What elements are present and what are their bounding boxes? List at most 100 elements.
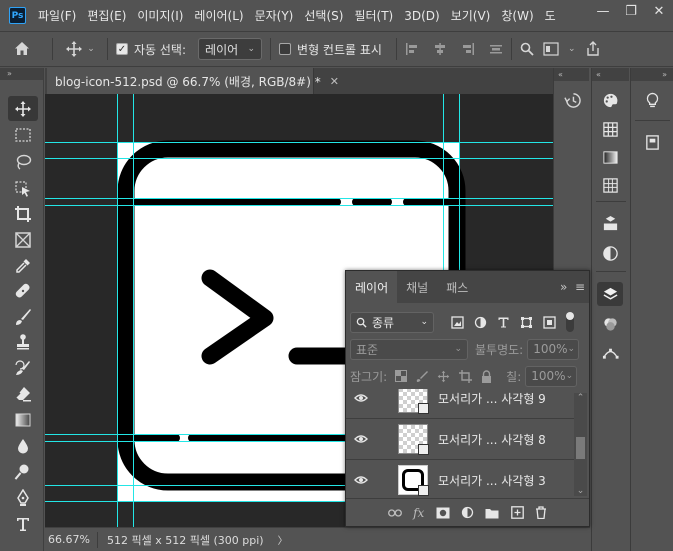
transform-controls-checkbox[interactable] [279,43,292,55]
blend-mode-dropdown[interactable]: 표준 ⌄ [350,338,468,360]
align-right-icon[interactable] [461,42,475,56]
marquee-tool[interactable] [8,122,38,147]
chevron-down-icon[interactable]: ⌄ [568,44,576,54]
lasso-tool[interactable] [8,149,38,174]
menu-image[interactable]: 이미지(I) [137,7,183,24]
layer-row[interactable]: 모서리가 ... 사각형 8 [346,418,575,459]
learn-panel-button[interactable] [639,88,665,112]
align-center-icon[interactable] [433,42,447,56]
search-icon[interactable] [520,42,534,56]
history-brush-tool[interactable] [8,355,38,380]
menu-help[interactable]: 도 [545,7,556,24]
color-panel-button[interactable] [597,88,623,112]
move-tool[interactable] [8,96,38,121]
fill-input[interactable]: 100% ⌄ [525,365,578,387]
align-left-icon[interactable] [405,42,419,56]
smart-object-filter-icon[interactable] [543,315,556,329]
blur-tool[interactable] [8,433,38,458]
close-tab-icon[interactable]: ✕ [330,75,339,88]
patterns-panel-button[interactable] [597,173,623,197]
home-button[interactable] [0,34,44,64]
move-tool-preset[interactable]: ⌄ [61,34,99,64]
object-selection-tool[interactable] [8,176,38,201]
shape-filter-icon[interactable] [520,316,533,329]
frame-tool[interactable] [8,227,38,252]
document-tab[interactable]: blog-icon-512.psd @ 66.7% (배경, RGB/8#) *… [47,68,339,94]
channels-panel-button[interactable] [597,312,623,336]
gradients-panel-button[interactable] [597,145,623,169]
trash-icon[interactable] [535,506,547,519]
lock-transparent-pixels-icon[interactable] [395,370,408,382]
menu-file[interactable]: 파일(F) [38,7,76,24]
brush-tool[interactable] [8,304,38,329]
adjustment-filter-icon[interactable] [474,316,487,329]
menu-select[interactable]: 선택(S) [304,7,343,24]
type-tool[interactable] [8,511,38,536]
layers-panel-button[interactable] [597,282,623,306]
eraser-tool[interactable] [8,381,38,406]
crop-tool[interactable] [8,201,38,226]
menu-3d[interactable]: 3D(D) [404,9,439,23]
dock-collapse-handle[interactable]: » [631,68,673,81]
status-menu-arrow[interactable]: 〉 [278,532,288,547]
fx-icon[interactable]: fx [413,506,424,520]
layer-list-scrollbar[interactable]: ⌃ ⌄ [574,393,587,496]
new-layer-icon[interactable] [511,506,524,519]
visibility-toggle[interactable] [346,475,376,485]
lock-all-icon[interactable] [481,369,492,383]
menu-view[interactable]: 보기(V) [451,7,491,24]
tab-paths[interactable]: 패스 [437,271,477,303]
tab-channels[interactable]: 채널 [397,271,437,303]
lock-position-icon[interactable] [437,370,450,383]
swatches-panel-button[interactable] [597,117,623,141]
libraries-panel-button[interactable] [639,130,665,154]
share-icon[interactable] [585,41,601,57]
align-top-icon[interactable] [489,42,503,56]
add-mask-icon[interactable] [436,507,450,519]
lock-image-pixels-icon[interactable] [416,370,429,382]
dock-collapse-handle[interactable]: « [554,68,589,81]
gradient-tool[interactable] [8,407,38,432]
layer-filter-dropdown[interactable]: 종류 ⌄ [350,311,434,333]
menu-filter[interactable]: 필터(T) [354,7,393,24]
menu-layer[interactable]: 레이어(L) [194,7,243,24]
close-button[interactable]: ✕ [645,0,673,22]
healing-brush-tool[interactable] [8,278,38,303]
layer-row[interactable]: 모서리가 ... 사각형 9 [346,389,575,418]
visibility-toggle[interactable] [346,393,376,403]
opacity-input[interactable]: 100% ⌄ [527,338,580,360]
minimize-button[interactable]: — [589,0,617,22]
new-adjustment-icon[interactable] [461,506,474,519]
stamp-tool[interactable] [8,329,38,354]
paths-panel-button[interactable] [597,340,623,364]
pen-tool[interactable] [8,485,38,510]
scroll-down-icon[interactable]: ⌄ [574,486,587,496]
dodge-tool[interactable] [8,459,38,484]
zoom-level[interactable]: 66.67% [45,533,97,546]
dock-collapse-handle[interactable]: « [592,68,629,81]
scrollbar-thumb[interactable] [576,437,585,459]
eyedropper-tool[interactable] [8,253,38,278]
menu-window[interactable]: 창(W) [501,7,533,24]
tab-layers[interactable]: 레이어 [346,271,398,303]
pixel-filter-icon[interactable] [451,315,464,329]
auto-select-target-dropdown[interactable]: 레이어 ⌄ [198,38,263,60]
restore-button[interactable]: ❐ [617,0,645,22]
new-group-icon[interactable] [485,507,499,519]
menu-edit[interactable]: 편집(E) [87,7,126,24]
scroll-up-icon[interactable]: ⌃ [574,393,587,404]
type-filter-icon[interactable] [497,316,510,329]
history-panel-button[interactable] [559,88,585,112]
panel-menu-icon[interactable]: » ≡ [560,280,585,294]
lock-artboard-icon[interactable] [459,369,473,383]
visibility-toggle[interactable] [346,434,376,444]
auto-select-checkbox[interactable]: ✓ [116,43,128,55]
adjustments-panel-button[interactable] [597,241,623,265]
menu-type[interactable]: 문자(Y) [255,7,294,24]
workspace-icon[interactable] [543,42,559,56]
link-layers-icon[interactable] [387,508,402,518]
layer-row[interactable]: 모서리가 ... 사각형 3 [346,459,575,500]
filter-toggle-switch[interactable] [566,312,574,332]
tools-collapse-handle[interactable]: » [0,68,43,80]
properties-panel-button[interactable] [597,211,623,235]
